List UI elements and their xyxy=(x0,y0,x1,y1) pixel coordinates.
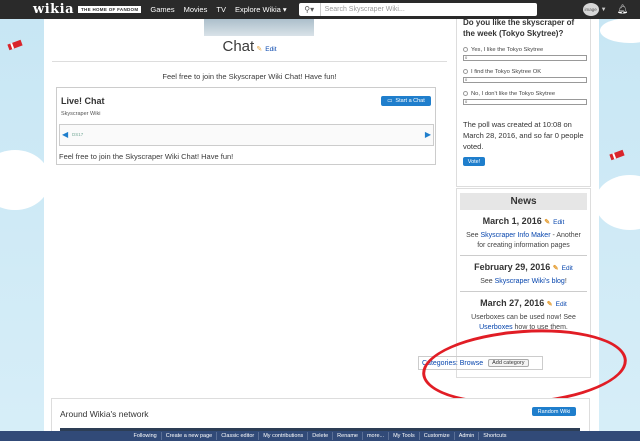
edit-link[interactable]: Edit xyxy=(562,265,573,272)
toolbar-delete[interactable]: Delete xyxy=(308,432,334,440)
bell-icon[interactable]: 🔔︎ xyxy=(617,4,628,15)
hub-links: Games Movies TV Explore Wikia ▾ xyxy=(150,5,286,14)
toolbar-admin[interactable]: Admin xyxy=(455,432,480,440)
poll-option-label: I find the Tokyo Skytree OK xyxy=(471,69,542,76)
poll-result-bar: 0 xyxy=(463,55,587,62)
pencil-icon[interactable]: ✎ xyxy=(256,46,262,53)
news-link[interactable]: Skyscraper Info Maker xyxy=(481,232,551,239)
news-item: March 1, 2016 ✎ Edit See Skyscraper Info … xyxy=(460,210,587,256)
network-heading: Around Wikia's network xyxy=(60,409,149,419)
news-text: Userboxes can be used now! See xyxy=(471,314,576,321)
chat-module-wiki: Skyscraper Wiki xyxy=(61,111,101,117)
chat-user[interactable]: DS17 xyxy=(72,132,83,137)
network-module: Around Wikia's network Random Wiki xyxy=(51,398,590,434)
avatar[interactable]: image xyxy=(582,3,599,16)
global-navigation: wikia THE HOME OF FANDOM Games Movies TV… xyxy=(0,0,640,19)
toolbar-more[interactable]: more... xyxy=(363,432,390,440)
nav-movies[interactable]: Movies xyxy=(184,5,208,14)
nav-explore-wikia[interactable]: Explore Wikia ▾ xyxy=(235,5,287,14)
chat-bubble-icon: ▭ xyxy=(387,98,393,104)
start-chat-label: Start a Chat xyxy=(395,98,425,104)
poll-info: The poll was created at 10:08 on March 2… xyxy=(463,120,584,152)
edit-link[interactable]: Edit xyxy=(553,219,564,226)
nav-games[interactable]: Games xyxy=(150,5,174,14)
toolbar-following[interactable]: Following xyxy=(129,432,162,440)
news-link[interactable]: Userboxes xyxy=(479,324,512,331)
wikia-tagline: THE HOME OF FANDOM xyxy=(78,6,142,13)
search-input[interactable]: ⚲▾ Search Skyscraper Wiki... xyxy=(298,3,537,16)
chevron-right-icon[interactable]: ▶ xyxy=(425,130,431,139)
radio-button[interactable] xyxy=(463,91,468,97)
poll-result-bar: 0 xyxy=(463,77,587,84)
news-text: See xyxy=(480,278,495,285)
news-item: February 29, 2016 ✎ Edit See Skyscraper W… xyxy=(460,256,587,292)
vote-button[interactable]: Vote! xyxy=(463,157,485,167)
pencil-icon[interactable]: ✎ xyxy=(547,301,553,308)
chat-footer-text: Feel free to join the Skyscraper Wiki Ch… xyxy=(59,152,234,161)
news-date: March 27, 2016 xyxy=(480,298,545,308)
start-chat-button[interactable]: ▭ Start a Chat xyxy=(381,96,431,106)
chat-heading: Chat xyxy=(222,38,255,55)
news-date: March 1, 2016 xyxy=(482,216,542,226)
toolbar-create-page[interactable]: Create a new page xyxy=(162,432,218,440)
chat-module-title: Live! Chat xyxy=(61,96,105,106)
chevron-down-icon[interactable]: ▼ xyxy=(601,7,607,13)
news-text: See xyxy=(466,232,481,239)
radio-button[interactable] xyxy=(463,47,468,52)
search-icon[interactable]: ⚲▾ xyxy=(299,3,321,16)
poll-option[interactable]: Yes, I like the Tokyo Skytree 0 xyxy=(463,47,587,62)
poll-option-label: No, I don't like the Tokyo Skytree xyxy=(471,91,556,98)
edit-link[interactable]: Edit xyxy=(265,46,276,53)
pencil-icon[interactable]: ✎ xyxy=(553,265,559,272)
toolbar-shortcuts[interactable]: Shortcuts xyxy=(479,432,510,440)
poll-module: Do you like the skyscraper of the week (… xyxy=(456,12,591,187)
news-text: ! xyxy=(564,278,567,285)
toolbar-my-tools[interactable]: My Tools xyxy=(389,432,420,440)
toolbar-classic-editor[interactable]: Classic editor xyxy=(217,432,260,440)
chat-intro: Feel free to join the Skyscraper Wiki Ch… xyxy=(162,72,337,81)
chat-module: Live! Chat Skyscraper Wiki ▭ Start a Cha… xyxy=(56,87,436,165)
random-wiki-button[interactable]: Random Wiki xyxy=(532,407,576,416)
news-link[interactable]: Skyscraper Wiki's blog xyxy=(495,278,565,285)
poll-option[interactable]: I find the Tokyo Skytree OK 0 xyxy=(463,69,587,84)
search-placeholder: Search Skyscraper Wiki... xyxy=(324,6,405,13)
wikia-logo[interactable]: wikia xyxy=(33,2,74,17)
poll-option-label: Yes, I like the Tokyo Skytree xyxy=(471,47,544,54)
wikia-bar-toolbar: Following Create a new page Classic edit… xyxy=(0,431,640,441)
toolbar-rename[interactable]: Rename xyxy=(333,432,363,440)
chevron-left-icon[interactable]: ◀ xyxy=(62,130,68,139)
radio-button[interactable] xyxy=(463,69,468,75)
pencil-icon[interactable]: ✎ xyxy=(544,219,550,226)
edit-link[interactable]: Edit xyxy=(556,301,567,308)
chat-user-carousel: ◀ DS17 ▶ xyxy=(59,124,434,146)
chat-section-header: Chat ✎ Edit xyxy=(52,38,447,62)
news-heading: News xyxy=(460,193,587,210)
nav-tv[interactable]: TV xyxy=(216,5,226,14)
toolbar-my-contributions[interactable]: My contributions xyxy=(259,432,309,440)
poll-option[interactable]: No, I don't like the Tokyo Skytree 0 xyxy=(463,91,587,106)
toolbar-customize[interactable]: Customize xyxy=(420,432,455,440)
poll-result-bar: 0 xyxy=(463,99,587,106)
poll-question: Do you like the skyscraper of the week (… xyxy=(463,18,575,38)
news-date: February 29, 2016 xyxy=(474,262,551,272)
